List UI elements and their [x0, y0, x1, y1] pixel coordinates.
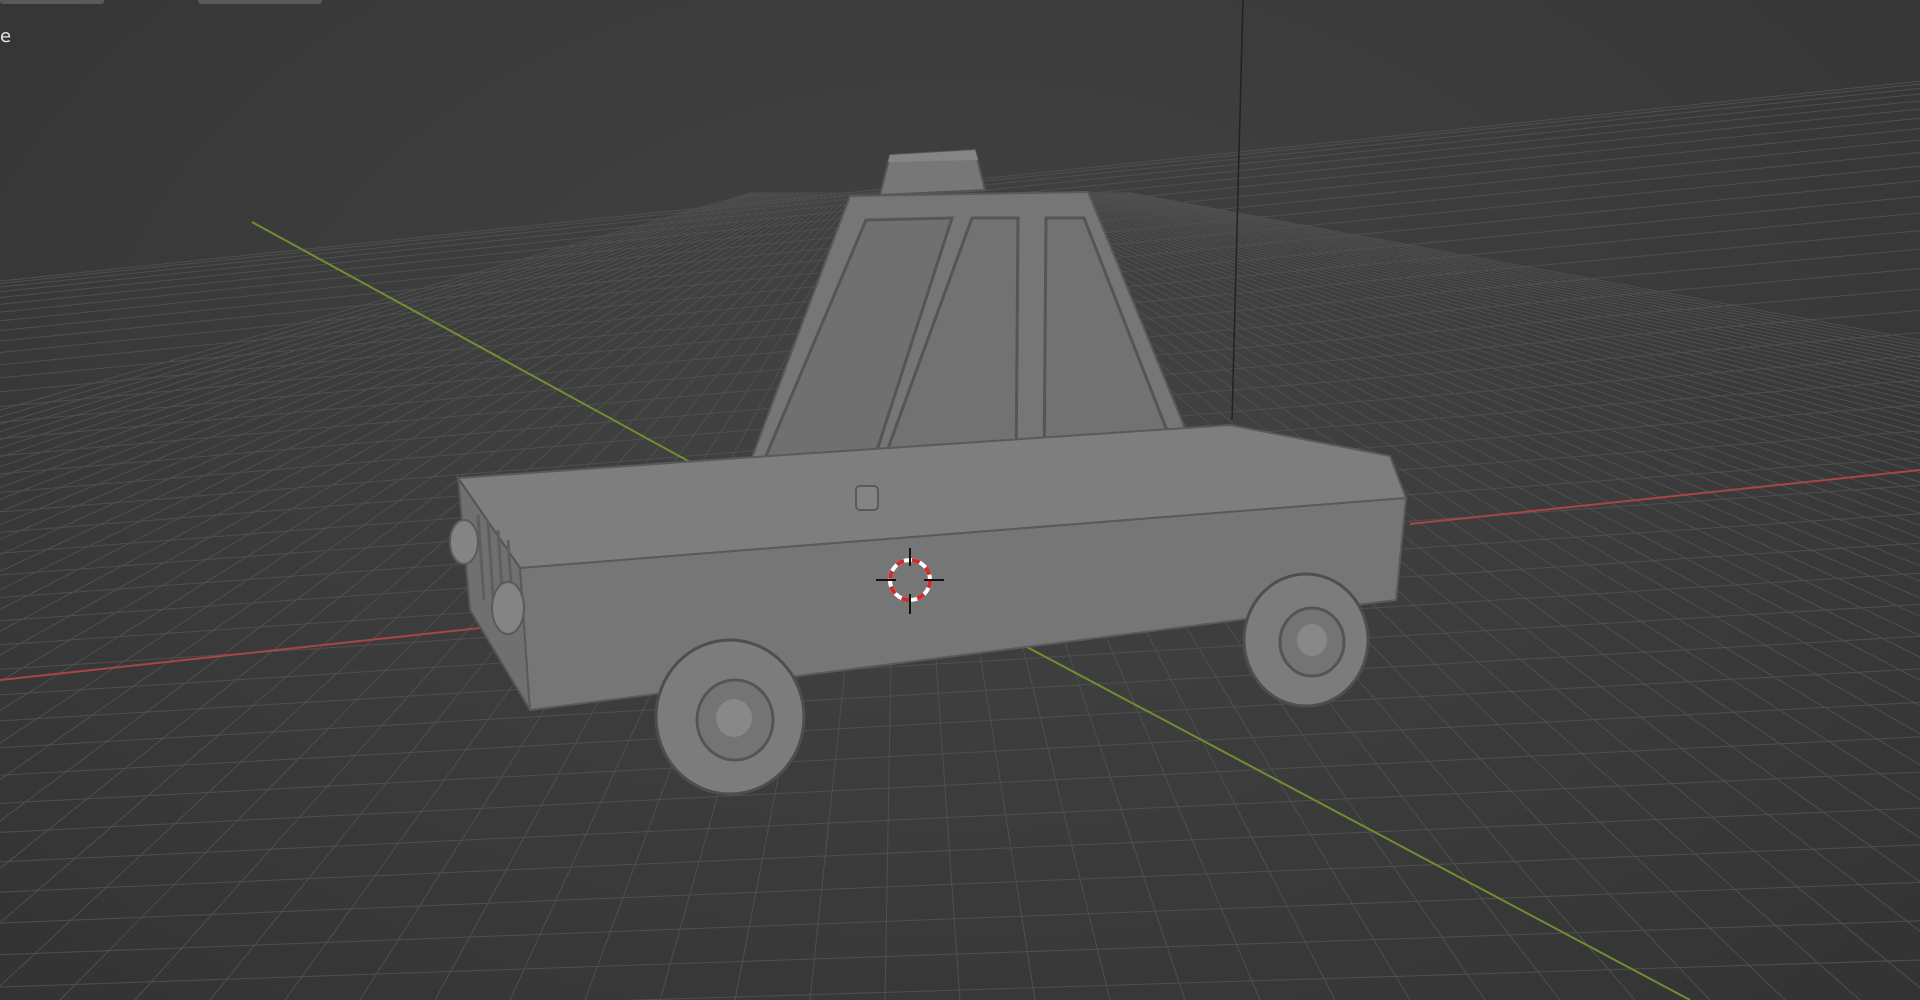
grid-line [0, 668, 1920, 776]
grid-line [0, 771, 1920, 863]
x-axis-line [0, 627, 481, 681]
y-axis-line [1009, 637, 1691, 1000]
headlight-right [491, 581, 525, 635]
headlight-left [449, 519, 479, 565]
grid-line [0, 736, 1920, 833]
side-mirror [855, 485, 879, 511]
grid-line [0, 807, 1920, 893]
car-model[interactable] [449, 148, 1408, 796]
z-axis-line [1231, 0, 1244, 421]
grid-line [0, 920, 1920, 988]
grid-line [0, 844, 1920, 924]
viewport-scene[interactable] [0, 0, 1920, 1000]
rear-wheel [1242, 572, 1370, 708]
3d-viewport[interactable]: e [0, 0, 1920, 1000]
grid-line [0, 701, 1920, 804]
front-wheel [654, 638, 806, 796]
